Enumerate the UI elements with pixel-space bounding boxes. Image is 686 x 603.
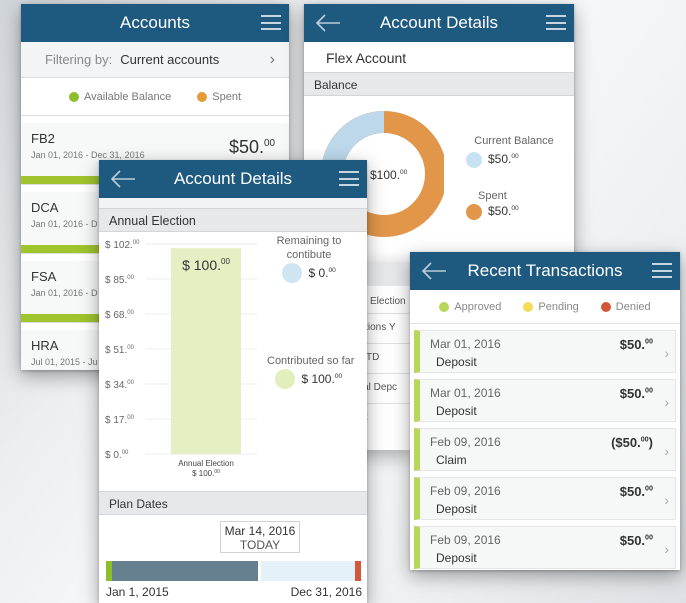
plan-timeline: Mar 14, 2016 TODAY Jan 1, 2015 Dec 31, 2…: [99, 515, 367, 599]
today-marker: Mar 14, 2016 TODAY: [220, 521, 300, 553]
transaction-amount: ($50.00): [611, 435, 653, 450]
y-tick-label: $ 85.00: [105, 275, 135, 286]
legend-approved: Approved: [439, 301, 501, 313]
menu-icon[interactable]: [339, 171, 359, 186]
legend-available: Available Balance: [69, 91, 171, 103]
y-tick-label: $ 17.00: [105, 415, 135, 426]
annual-election-section-header: Annual Election: [99, 208, 367, 232]
current-balance-value-row: $50.00: [466, 152, 519, 169]
green-dot-icon: [69, 91, 79, 102]
transactions-title: Recent Transactions: [467, 261, 623, 280]
chevron-right-icon: ›: [664, 394, 669, 410]
transaction-item[interactable]: Mar 01, 2016 Deposit $50.00 ›: [414, 330, 676, 373]
contributed-label: Contributed so far: [267, 355, 355, 367]
chevron-right-icon: ›: [269, 50, 275, 68]
back-arrow-icon[interactable]: [109, 168, 137, 190]
transaction-date: Mar 01, 2016: [430, 337, 501, 351]
y-tick-label: $ 51.00: [105, 345, 135, 356]
donut-total: $100.00: [370, 168, 408, 182]
transaction-amount: $50.00: [619, 337, 653, 352]
election-title: Account Details: [173, 169, 293, 188]
chevron-right-icon: ›: [664, 492, 669, 508]
transaction-type: Deposit: [436, 355, 477, 369]
x-axis-sublabel: $ 100.00: [192, 469, 220, 478]
chevron-right-icon: ›: [664, 541, 669, 557]
filter-selector[interactable]: Filtering by: Current accounts ›: [21, 42, 289, 78]
menu-icon[interactable]: [546, 15, 566, 30]
transaction-date: Feb 09, 2016: [430, 435, 501, 449]
recent-transactions-screen: Recent Transactions Approved Pending Den…: [410, 252, 680, 570]
accounts-title: Accounts: [120, 13, 190, 32]
blue-dot-icon: [282, 263, 302, 283]
contributed-value-row: $ 100.00: [275, 369, 342, 389]
back-arrow-icon[interactable]: [314, 12, 342, 34]
account-amount: $50.00: [228, 137, 275, 157]
account-name: Flex Account: [326, 50, 407, 66]
transaction-item[interactable]: Feb 09, 2016 Claim ($50.00) ›: [414, 428, 676, 471]
details-header: Account Details: [304, 4, 574, 42]
election-header: Account Details: [99, 160, 367, 198]
annual-election-chart: $ 102.00 $ 85.00 $ 68.00 $ 51.00 $ 34.00 $ 17…: [99, 232, 367, 516]
red-dot-icon: [600, 301, 611, 312]
transaction-amount: $50.00: [619, 484, 653, 499]
annual-election-screen: Account Details Annual Election $ 102.00…: [99, 160, 367, 603]
transaction-type: Deposit: [436, 551, 477, 565]
green-dot-icon: [439, 301, 450, 312]
transaction-item[interactable]: Feb 09, 2016 Deposit $50.00 ›: [414, 526, 676, 569]
transaction-list: Mar 01, 2016 Deposit $50.00 › Mar 01, 20…: [410, 330, 680, 569]
transaction-date: Feb 09, 2016: [430, 533, 501, 547]
legend-pending: Pending: [523, 301, 579, 313]
timeline-remaining-bar: [261, 561, 355, 581]
remaining-label: Remaining to contibute: [276, 235, 342, 261]
menu-icon[interactable]: [652, 263, 672, 278]
transaction-date: Feb 09, 2016: [430, 484, 501, 498]
x-axis-label: Annual Election: [178, 459, 234, 468]
plan-start-date: Jan 1, 2015: [106, 585, 169, 599]
transaction-type: Claim: [436, 453, 467, 467]
orange-dot-icon: [197, 91, 208, 102]
back-arrow-icon[interactable]: [420, 260, 448, 282]
y-tick-label: $ 102.00: [105, 240, 140, 251]
status-legend: Approved Pending Denied: [410, 290, 680, 324]
plan-dates-section: Plan Dates Mar 14, 2016 TODAY Jan 1, 201…: [99, 491, 367, 599]
legend-denied: Denied: [600, 301, 651, 313]
timeline-elapsed-bar: [112, 561, 258, 581]
spent-value-row: $50.00: [466, 204, 519, 221]
blue-dot-icon: [466, 152, 482, 169]
transaction-amount: $50.00: [619, 533, 653, 548]
transaction-item[interactable]: Mar 01, 2016 Deposit $50.00 ›: [414, 379, 676, 422]
balance-legend: Available Balance Spent: [21, 78, 289, 116]
menu-icon[interactable]: [261, 15, 281, 30]
y-tick-label: $ 68.00: [105, 310, 135, 321]
transactions-header: Recent Transactions: [410, 252, 680, 290]
current-balance-legend: Current Balance: [474, 135, 554, 147]
details-title: Account Details: [379, 13, 499, 32]
y-tick-label: $ 0.00: [105, 450, 129, 461]
filter-value: Current accounts: [120, 52, 220, 67]
accounts-header: Accounts: [21, 4, 289, 42]
green-dot-icon: [275, 369, 295, 389]
yellow-dot-icon: [523, 301, 534, 312]
transaction-date: Mar 01, 2016: [430, 386, 501, 400]
legend-spent: Spent: [197, 91, 241, 103]
transaction-type: Deposit: [436, 502, 477, 516]
transaction-amount: $50.00: [619, 386, 653, 401]
plan-dates-header: Plan Dates: [99, 491, 367, 515]
annual-election-bar: [171, 248, 241, 454]
orange-dot-icon: [466, 204, 482, 221]
remaining-value-row: $ 0.00: [282, 263, 336, 283]
transaction-item[interactable]: Feb 09, 2016 Deposit $50.00 ›: [414, 477, 676, 520]
filter-label: Filtering by:: [45, 52, 113, 67]
balance-section-header: Balance: [304, 72, 574, 96]
plan-end-date: Dec 31, 2016: [290, 585, 362, 599]
timeline-end-marker: [355, 561, 361, 581]
y-tick-label: $ 34.00: [105, 380, 135, 391]
chevron-right-icon: ›: [664, 443, 669, 459]
transaction-type: Deposit: [436, 404, 477, 418]
spent-legend: Spent: [478, 190, 507, 202]
chevron-right-icon: ›: [664, 345, 669, 361]
